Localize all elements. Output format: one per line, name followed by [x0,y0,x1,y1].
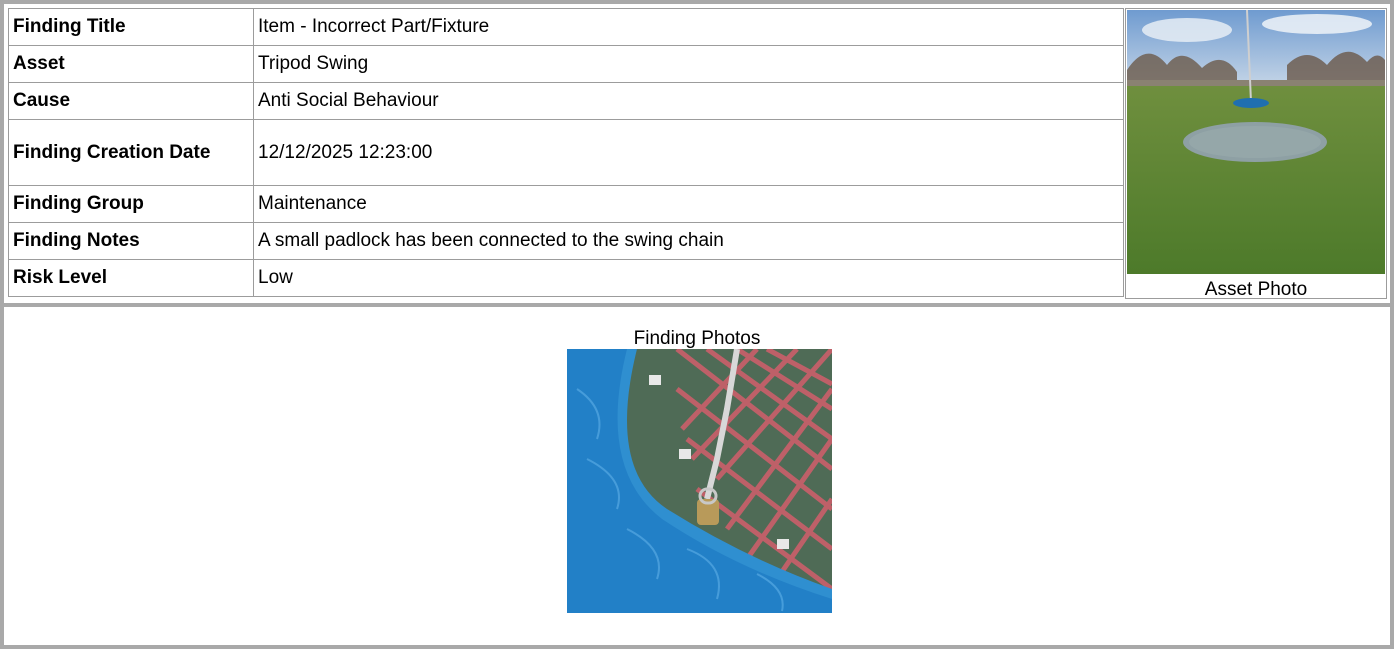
finding-report: Finding Title Item - Incorrect Part/Fixt… [0,0,1394,649]
finding-title-label: Finding Title [8,8,254,46]
cause-label: Cause [8,82,254,120]
cause-value: Anti Social Behaviour [253,82,1124,120]
finding-notes-value: A small padlock has been connected to th… [253,222,1124,260]
finding-title-value: Item - Incorrect Part/Fixture [253,8,1124,46]
finding-photos-section: Finding Photos [4,307,1390,645]
table-row: Cause Anti Social Behaviour [8,82,1124,120]
finding-summary-section: Finding Title Item - Incorrect Part/Fixt… [4,4,1390,307]
asset-photo-cell: Asset Photo [1125,8,1387,300]
table-row: Finding Creation Date 12/12/2025 12:23:0… [8,119,1124,186]
finding-group-label: Finding Group [8,185,254,223]
finding-notes-label: Finding Notes [8,222,254,260]
asset-photo [1127,10,1385,274]
asset-label: Asset [8,45,254,83]
finding-group-value: Maintenance [253,185,1124,223]
asset-value: Tripod Swing [253,45,1124,83]
table-row: Risk Level Low [8,259,1124,297]
finding-creation-date-label: Finding Creation Date [8,119,254,186]
table-row: Finding Notes A small padlock has been c… [8,222,1124,260]
risk-level-label: Risk Level [8,259,254,297]
table-row: Finding Title Item - Incorrect Part/Fixt… [8,8,1124,46]
risk-level-value: Low [253,259,1124,297]
asset-photo-caption: Asset Photo [1204,279,1308,300]
finding-photos-title: Finding Photos [633,328,761,349]
finding-creation-date-value: 12/12/2025 12:23:00 [253,119,1124,186]
finding-photo [567,349,832,613]
finding-details-table: Finding Title Item - Incorrect Part/Fixt… [8,8,1124,297]
table-row: Finding Group Maintenance [8,185,1124,223]
table-row: Asset Tripod Swing [8,45,1124,83]
